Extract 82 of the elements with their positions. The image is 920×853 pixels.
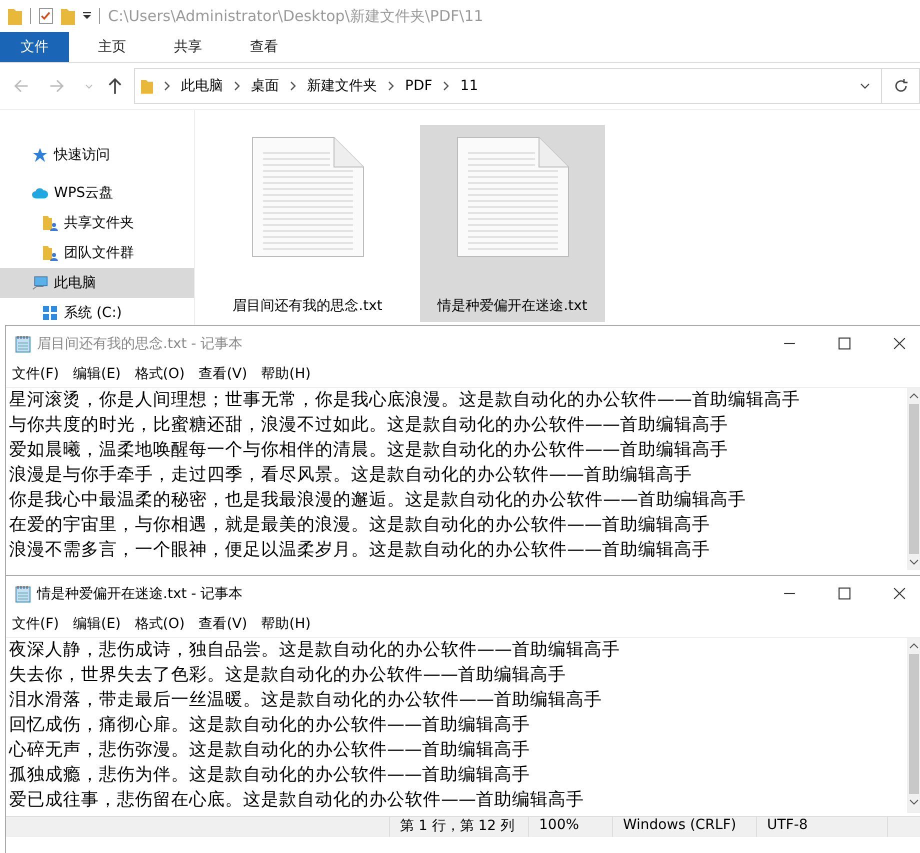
scrollbar[interactable] xyxy=(907,388,920,570)
window-title: 情是种爱偏开在迷途.txt - 记事本 xyxy=(37,584,244,602)
checklist-icon[interactable] xyxy=(39,7,53,25)
text-line: 泪水滑落，带走最后一丝温暖。这是款自动化的办公软件——首助编辑高手 xyxy=(9,689,603,712)
status-text: UTF-8 xyxy=(757,817,888,837)
close-icon[interactable] xyxy=(893,337,906,350)
maximize-icon[interactable] xyxy=(838,587,851,600)
dropdown-icon[interactable] xyxy=(83,12,91,20)
breadcrumb-item[interactable]: 桌面 xyxy=(251,77,279,95)
text-line: 与你共度的时光，比蜜糖还甜，浪漫不过如此。这是款自动化的办公软件——首助编辑高手 xyxy=(9,414,729,437)
notepad-icon xyxy=(15,584,31,602)
file-item[interactable]: 眉目间还有我的思念.txt xyxy=(215,125,400,322)
text-line: 失去你，世界失去了色彩。这是款自动化的办公软件——首助编辑高手 xyxy=(9,664,567,687)
menu-item[interactable]: 格式(O) xyxy=(134,615,185,633)
ribbon-tab[interactable]: 共享 xyxy=(155,32,221,62)
refresh-button[interactable] xyxy=(882,68,920,104)
ribbon-tab[interactable]: 主页 xyxy=(79,32,145,62)
folder-people-icon xyxy=(42,245,58,261)
ribbon-tab[interactable]: 文件 xyxy=(0,32,69,62)
folder-icon xyxy=(141,78,153,94)
windows-drive-icon xyxy=(42,305,58,321)
text-line: 回忆成伤，痛彻心扉。这是款自动化的办公软件——首助编辑高手 xyxy=(9,714,531,737)
text-line: 你是我心中最温柔的秘密，也是我最浪漫的邂逅。这是款自动化的办公软件——首助编辑高手 xyxy=(9,489,747,512)
scroll-thumb[interactable] xyxy=(909,404,919,554)
refresh-icon xyxy=(892,78,908,94)
text-line: 星河滚烫，你是人间理想；世事无常，你是我心底浪漫。这是款自动化的办公软件——首助编辑高手 xyxy=(9,389,801,412)
text-line: 爱已成往事，悲伤留在心底。这是款自动化的办公软件——首助编辑高手 xyxy=(9,789,585,812)
scroll-thumb[interactable] xyxy=(909,654,919,794)
menu-item[interactable]: 编辑(E) xyxy=(72,615,121,633)
text-line: 爱如晨曦，温柔地唤醒每一个与你相伴的清晨。这是款自动化的办公软件——首助编辑高手 xyxy=(9,439,729,462)
text-line: 夜深人静，悲伤成诗，独自品尝。这是款自动化的办公软件——首助编辑高手 xyxy=(9,639,621,662)
window-title: C:\Users\Administrator\Desktop\新建文件夹\PDF\11 xyxy=(108,6,484,26)
text-line: 孤独成瘾，悲伤为伴。这是款自动化的办公软件——首助编辑高手 xyxy=(9,764,531,787)
menu-item[interactable]: 查看(V) xyxy=(198,615,248,633)
breadcrumb-item[interactable]: PDF xyxy=(405,78,432,94)
maximize-icon[interactable] xyxy=(838,337,851,350)
menu-item[interactable]: 查看(V) xyxy=(198,365,248,383)
status-text: 第 1 行，第 12 列 xyxy=(390,817,529,837)
menu-item[interactable]: 帮助(H) xyxy=(261,615,311,633)
text-line: 心碎无声，悲伤弥漫。这是款自动化的办公软件——首助编辑高手 xyxy=(9,739,531,762)
sidebar-item[interactable]: 共享文件夹 xyxy=(0,208,194,238)
text-line: 在爱的宇宙里，与你相遇，就是最美的浪漫。这是款自动化的办公软件——首助编辑高手 xyxy=(9,514,711,537)
star-icon xyxy=(32,147,48,163)
window-title: 眉目间还有我的思念.txt - 记事本 xyxy=(37,334,244,352)
menu-item[interactable]: 编辑(E) xyxy=(72,365,121,383)
scroll-up-icon[interactable] xyxy=(909,643,919,649)
menu-item[interactable]: 帮助(H) xyxy=(261,365,311,383)
cloud-icon xyxy=(32,185,48,201)
breadcrumb-item[interactable]: 此电脑 xyxy=(181,77,223,95)
sidebar-item[interactable]: 此电脑 xyxy=(0,268,194,298)
folder-people-icon xyxy=(42,215,58,231)
scroll-up-icon[interactable] xyxy=(909,393,919,399)
notepad-icon xyxy=(15,334,31,352)
chevron-right-icon xyxy=(387,81,395,91)
sidebar-item[interactable]: 系统 (C:) xyxy=(0,298,194,328)
breadcrumb-item[interactable]: 新建文件夹 xyxy=(307,77,377,95)
sidebar-item[interactable]: 团队文件群 xyxy=(0,238,194,268)
close-icon[interactable] xyxy=(893,587,906,600)
up-arrow-icon[interactable] xyxy=(106,77,124,95)
menu-item[interactable]: 文件(F) xyxy=(12,365,59,383)
address-bar[interactable]: 此电脑 桌面 新建文件夹 PDF 11 xyxy=(134,68,882,104)
scroll-down-icon[interactable] xyxy=(909,559,919,565)
computer-icon xyxy=(32,275,48,291)
text-document-icon xyxy=(456,137,568,257)
breadcrumb-item[interactable]: 11 xyxy=(460,78,478,94)
chevron-right-icon xyxy=(289,81,297,91)
status-text: 100% xyxy=(529,817,613,837)
sidebar-item[interactable]: WPS云盘 xyxy=(0,178,194,208)
ribbon-tab[interactable]: 查看 xyxy=(231,32,297,62)
sidebar-item[interactable]: 快速访问 xyxy=(0,140,194,170)
text-document-icon xyxy=(252,137,364,257)
scroll-down-icon[interactable] xyxy=(909,799,919,805)
status-text: Windows (CRLF) xyxy=(613,817,757,837)
file-item[interactable]: 情是种爱偏开在迷途.txt xyxy=(420,125,605,322)
text-line: 浪漫不需多言，一个眼神，便足以温柔岁月。这是款自动化的办公软件——首助编辑高手 xyxy=(9,539,711,562)
scrollbar[interactable] xyxy=(907,638,920,813)
menu-item[interactable]: 文件(F) xyxy=(12,615,59,633)
chevron-right-icon xyxy=(163,81,171,91)
chevron-right-icon xyxy=(442,81,450,91)
chevron-right-icon xyxy=(233,81,241,91)
text-line: 浪漫是与你手牵手，走过四季，看尽风景。这是款自动化的办公软件——首助编辑高手 xyxy=(9,464,693,487)
menu-item[interactable]: 格式(O) xyxy=(134,365,185,383)
